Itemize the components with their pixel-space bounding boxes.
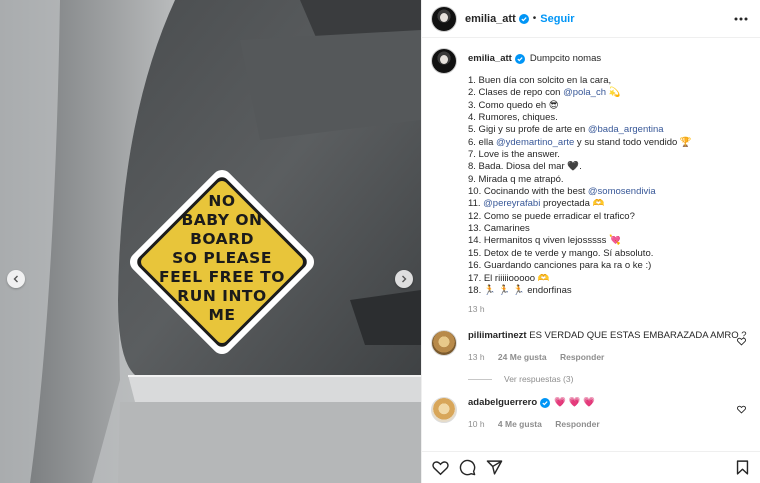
caption-line: 15. Detox de te verde y mango. Sí absolu… (468, 247, 654, 259)
reply-button[interactable]: Responder (560, 352, 604, 362)
comment-text: ES VERDAD QUE ESTAS EMBARAZADA AMRO ? (529, 330, 747, 341)
mention-link[interactable]: @pola_ch (563, 87, 606, 98)
comment-item: piliimartinezt ES VERDAD QUE ESTAS EMBAR… (431, 330, 751, 363)
comment-icon[interactable] (459, 459, 476, 476)
car-window-photo (0, 0, 421, 483)
comment-meta: 13 h 24 Me gusta Responder (468, 351, 747, 363)
comment-item: adabelguerrero 💗 💗 💗 10 h 4 Me gusta Res… (431, 397, 751, 430)
post-header: emilia_att • Seguir (422, 0, 760, 38)
caption-line: 7. Love is the answer. (468, 149, 560, 161)
caption-line: 13. Camarines (468, 223, 530, 235)
caption-line: 14. Hermanitos q viven lejosssss 💘 (468, 235, 621, 247)
share-icon[interactable] (486, 459, 503, 476)
comment-timestamp: 13 h (468, 352, 485, 362)
separator-dot: • (532, 13, 537, 24)
previous-photo-button[interactable] (7, 270, 25, 288)
post-caption: emilia_att Dumpcito nomas 1. Buen día co… (431, 48, 751, 316)
caption-line: 6. ella @ydemartino_arte y su stand todo… (468, 137, 692, 149)
comment-likes[interactable]: 4 Me gusta (498, 419, 542, 429)
heart-icon[interactable] (737, 405, 746, 414)
next-photo-button[interactable] (395, 270, 413, 288)
follow-button[interactable]: Seguir (540, 13, 574, 25)
caption-line: 11. @pereyrafabi proyectada 🫶 (468, 198, 692, 210)
chevron-left-icon (13, 275, 18, 283)
commenter-username[interactable]: adabelguerrero (468, 397, 537, 409)
caption-line: 5. Gigi y su profe de arte en @bada_arge… (468, 124, 692, 136)
caption-line: 10. Cocinando with the best @somosendivi… (468, 186, 692, 198)
caption-line-text: 11. (468, 198, 484, 210)
post-side-panel: emilia_att • Seguir emilia_att Dumpcito … (421, 0, 760, 483)
mention-link[interactable]: @somosendivia (588, 186, 656, 197)
caption-line-text: 10. Cocinando with the best (468, 186, 588, 198)
caption-line-text: y su stand todo vendido 🏆 (574, 136, 692, 148)
more-icon[interactable] (734, 17, 748, 21)
mention-link[interactable]: @pereyrafabi (483, 198, 540, 209)
action-bar (422, 451, 760, 483)
reply-button[interactable]: Responder (555, 419, 599, 429)
caption-line-text: 5. Gigi y su profe de arte en (468, 124, 588, 136)
save-icon[interactable] (734, 459, 751, 476)
commenter-avatar[interactable] (431, 397, 457, 423)
post-photo: NO BABY ON BOARD SO PLEASE FEEL FREE TO … (0, 0, 421, 483)
caption-line: 16. Guardando canciones para ka ra o ke … (468, 260, 652, 272)
verified-icon (518, 13, 529, 24)
caption-line: 3. Como quedo eh 😎 (468, 99, 559, 111)
caption-avatar[interactable] (431, 48, 457, 74)
caption-line: 1. Buen día con solcito en la cara, (468, 75, 612, 86)
comment-meta: 10 h 4 Me gusta Responder (468, 418, 611, 430)
chevron-right-icon (402, 275, 407, 283)
caption-title: Dumpcito nomas (529, 52, 602, 64)
author-avatar[interactable] (431, 5, 457, 32)
heart-icon[interactable] (432, 459, 449, 476)
comment-timestamp: 10 h (468, 419, 485, 429)
caption-line-text: 2. Clases de repo con (468, 87, 564, 99)
caption-line: 8. Bada. Diosa del mar 🖤. (468, 161, 582, 173)
commenter-avatar[interactable] (431, 330, 457, 356)
comment-likes[interactable]: 24 Me gusta (498, 352, 547, 362)
verified-icon (540, 398, 551, 408)
caption-list: 1. Buen día con solcito en la cara, 2. C… (468, 75, 692, 297)
caption-timestamp: 13 h (468, 304, 485, 315)
mention-link[interactable]: @bada_argentina (588, 124, 664, 135)
caption-line: 17. El riiiiiooooo 🫶 (468, 272, 550, 284)
author-username[interactable]: emilia_att (465, 13, 516, 25)
view-replies-label: Ver respuestas (3) (504, 374, 574, 384)
heart-icon[interactable] (737, 337, 746, 346)
caption-line-text: 6. ella (468, 136, 496, 148)
caption-line: 18. 🏃 🏃 🏃 endorfinas (468, 284, 572, 296)
verified-icon (514, 54, 525, 64)
mention-link[interactable]: @ydemartino_arte (496, 137, 574, 148)
caption-username[interactable]: emilia_att (468, 53, 512, 65)
caption-emoji: 💫 (605, 87, 621, 99)
comment-text: 💗 💗 💗 (554, 397, 595, 408)
caption-line-text: proyectada 🫶 (540, 198, 605, 210)
caption-line: 12. Como se puede erradicar el trafico? (468, 210, 635, 222)
caption-line: 9. Mirada q me atrapó. (468, 173, 564, 185)
caption-line: 4. Rumores, chiques. (468, 112, 558, 124)
caption-line: 2. Clases de repo con @pola_ch 💫 (468, 87, 692, 99)
commenter-username[interactable]: piliimartinezt (468, 330, 527, 341)
view-replies-button[interactable]: Ver respuestas (3) (468, 374, 573, 384)
